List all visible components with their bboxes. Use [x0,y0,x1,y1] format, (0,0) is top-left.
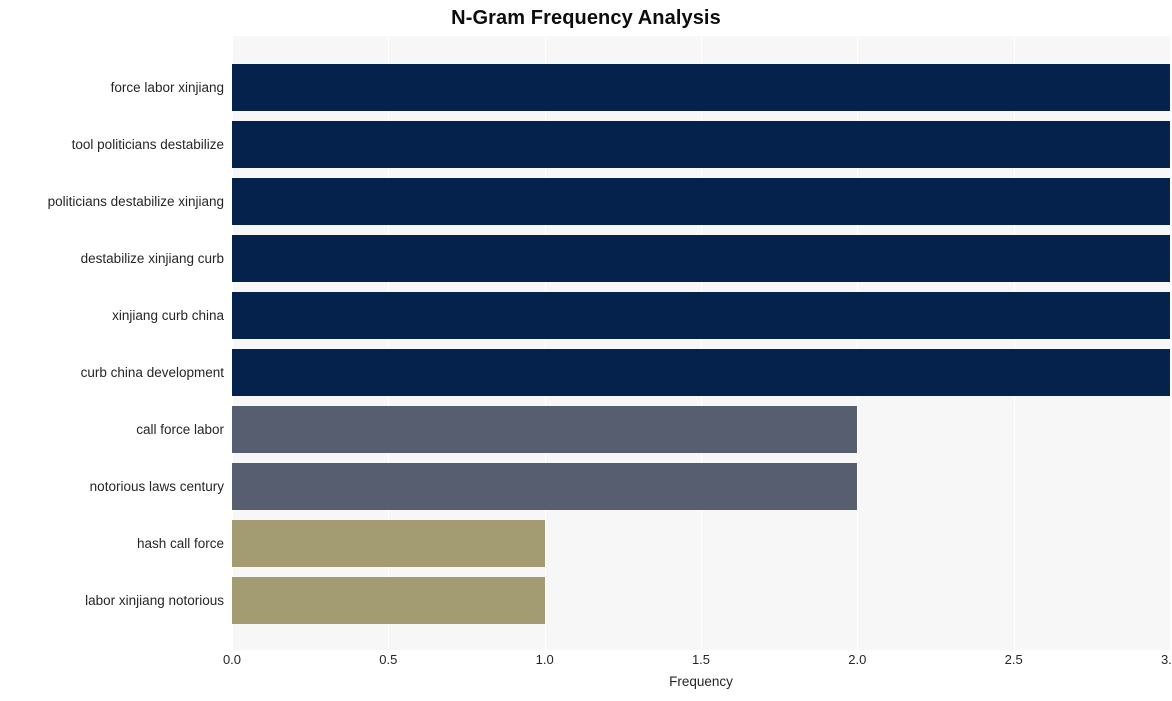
ngram-frequency-chart: N-Gram Frequency Analysis force labor xi… [0,0,1172,701]
x-tick-label: 0.5 [379,652,398,667]
bar [232,463,858,510]
chart-title: N-Gram Frequency Analysis [451,7,721,29]
y-tick-label: politicians destabilize xinjiang [47,194,224,209]
x-tick-label: 3.0 [1160,652,1172,667]
y-tick-label: xinjiang curb china [112,308,224,323]
bar [232,178,1170,225]
x-tick-label: 2.5 [1004,652,1023,667]
bar [232,64,1170,111]
bar [232,121,1170,168]
bar [232,292,1170,339]
x-axis-tick-labels: 0.0 0.5 1.0 1.5 2.0 2.5 3.0 [0,652,1172,672]
x-tick-label: 1.0 [535,652,554,667]
bar [232,235,1170,282]
x-axis-title: Frequency [669,674,733,689]
bar [232,520,545,567]
y-tick-label: force labor xinjiang [110,80,224,95]
y-axis-tick-labels: force labor xinjiang tool politicians des… [0,36,224,650]
bars-layer [232,36,1170,650]
plot-area [232,36,1171,650]
y-tick-label: labor xinjiang notorious [85,593,224,608]
y-tick-label: notorious laws century [89,479,224,494]
x-tick-label: 1.5 [691,652,711,667]
y-tick-label: curb china development [80,365,224,380]
y-tick-label: call force labor [136,422,224,437]
y-tick-label: destabilize xinjiang curb [80,251,224,266]
gridline-3.0 [1170,36,1171,650]
x-tick-label: 2.0 [848,652,867,667]
y-tick-label: hash call force [136,536,224,551]
bar [232,349,1170,396]
bar [232,577,545,624]
bar [232,406,858,453]
x-tick-label: 0.0 [222,652,242,667]
y-tick-label: tool politicians destabilize [71,137,224,152]
